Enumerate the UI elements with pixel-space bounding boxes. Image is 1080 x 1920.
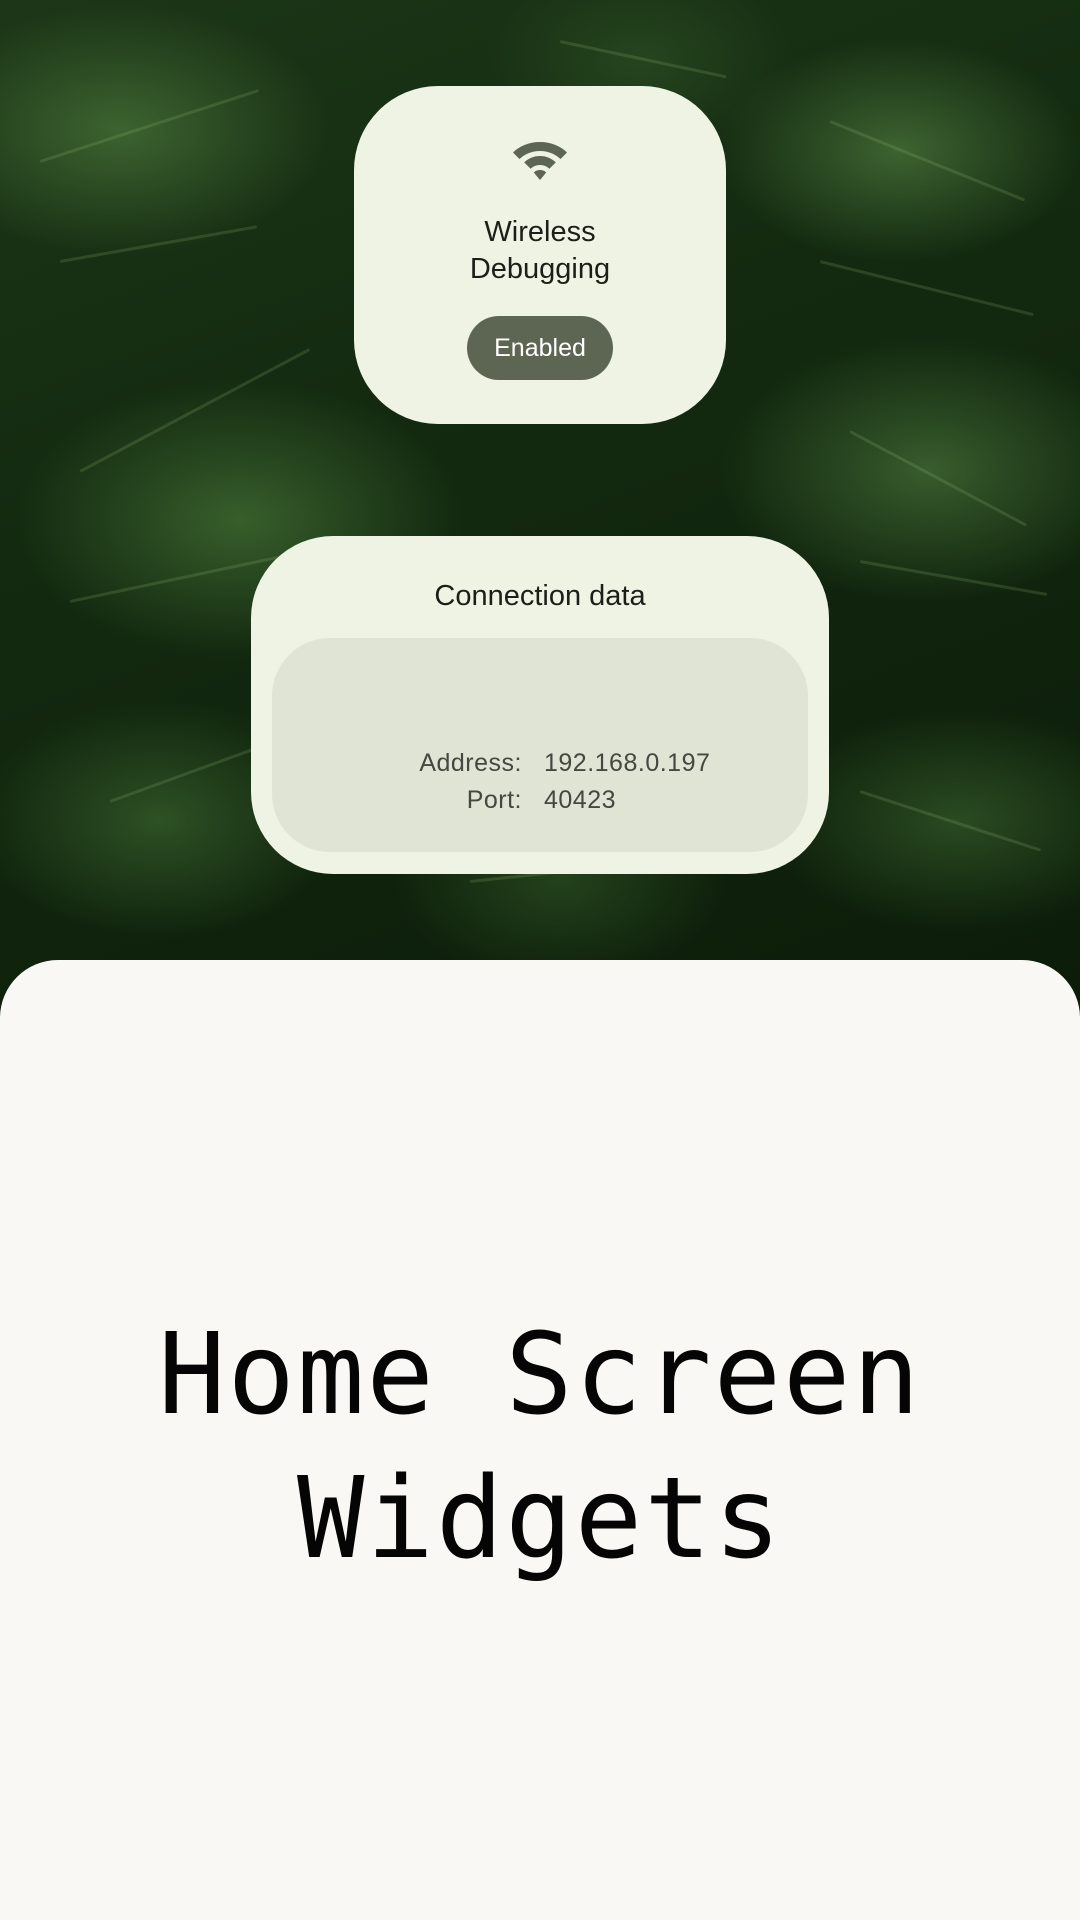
port-label: Port: xyxy=(466,786,522,814)
headline-line2: Widgets xyxy=(296,1454,783,1584)
wireless-debugging-widget[interactable]: Wireless Debugging Enabled xyxy=(354,86,726,424)
address-value: 192.168.0.197 xyxy=(544,749,711,777)
home-screen: Wireless Debugging Enabled Connection da… xyxy=(0,0,1080,1920)
address-label: Address: xyxy=(419,749,522,777)
wifi-icon xyxy=(513,142,567,180)
connection-details-panel: Address: 192.168.0.197 Port: 40423 xyxy=(272,638,808,852)
widget-title-line1: Wireless xyxy=(484,216,596,248)
headline-line1: Home Screen xyxy=(158,1310,922,1440)
widget-title-line2: Debugging xyxy=(469,253,611,285)
enabled-status-button[interactable]: Enabled xyxy=(467,316,613,380)
port-value: 40423 xyxy=(544,786,617,814)
connection-data-title: Connection data xyxy=(434,580,646,612)
connection-data-widget[interactable]: Connection data Address: 192.168.0.197 P… xyxy=(251,536,829,874)
widget-title: Wireless Debugging xyxy=(354,214,726,288)
headline: Home Screen Widgets xyxy=(0,1303,1080,1591)
